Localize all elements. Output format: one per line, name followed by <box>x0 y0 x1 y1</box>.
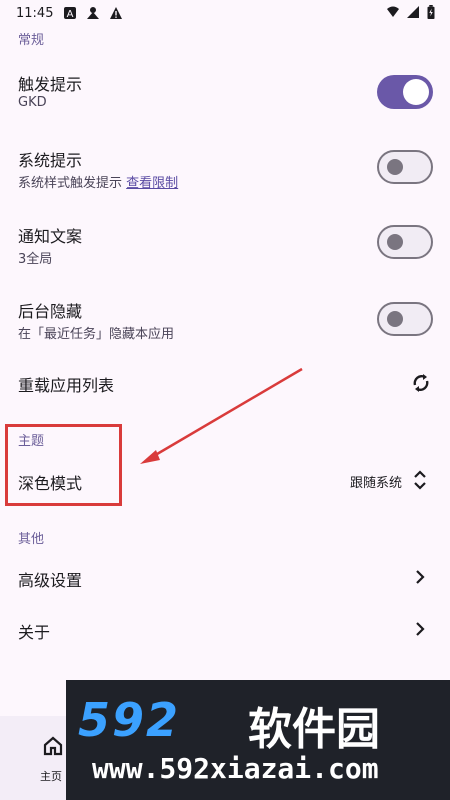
hide-in-recents-switch[interactable] <box>377 302 433 336</box>
setting-title: 关于 <box>18 623 51 642</box>
highlight-box <box>5 424 122 506</box>
status-icons-right <box>386 5 436 19</box>
switch-knob <box>387 159 403 175</box>
view-limits-link[interactable]: 查看限制 <box>126 176 178 191</box>
section-header-other: 其他 <box>18 532 45 547</box>
setting-subtitle: 系统样式触发提示 查看限制 <box>18 172 178 191</box>
system-toast-switch[interactable] <box>377 150 433 184</box>
setting-title: 后台隐藏 <box>18 302 83 321</box>
setting-subtitle: GKD <box>18 95 47 110</box>
status-time: 11:45 <box>16 5 54 21</box>
trigger-toast-switch[interactable] <box>377 75 433 109</box>
setting-title: 通知文案 <box>18 227 83 246</box>
status-bar: 11:45 A <box>0 0 450 26</box>
section-header-general: 常规 <box>18 33 45 48</box>
refresh-icon[interactable] <box>409 371 433 395</box>
chevron-right-icon[interactable] <box>411 568 429 586</box>
subtitle-text: 系统样式触发提示 <box>18 176 123 191</box>
dark-mode-value[interactable]: 跟随系统 <box>350 472 402 491</box>
signal-icon <box>407 6 419 18</box>
watermark-logo: 592 <box>78 693 181 747</box>
svg-text:A: A <box>67 9 74 20</box>
setting-title: 触发提示 <box>18 75 83 94</box>
watermark-url: www.592xiazai.com <box>92 752 379 785</box>
a-icon: A <box>64 7 77 20</box>
switch-knob <box>403 79 429 105</box>
wifi-icon <box>387 6 399 17</box>
chevron-right-icon[interactable] <box>411 620 429 638</box>
warning-icon <box>110 7 123 19</box>
switch-knob <box>387 234 403 250</box>
switch-knob <box>387 311 403 327</box>
setting-title: 高级设置 <box>18 571 83 590</box>
unfold-icon[interactable] <box>412 468 428 492</box>
notification-text-switch[interactable] <box>377 225 433 259</box>
battery-icon <box>427 5 435 19</box>
setting-subtitle: 3全局 <box>18 252 53 267</box>
setting-title: 系统提示 <box>18 151 83 170</box>
home-icon[interactable] <box>42 735 64 757</box>
watermark-brand: 软件园 <box>248 704 380 755</box>
nav-home-label[interactable]: 主页 <box>40 768 62 784</box>
setting-title: 重载应用列表 <box>18 376 115 395</box>
user-icon <box>87 7 100 19</box>
setting-subtitle: 在「最近任务」隐藏本应用 <box>18 327 175 342</box>
